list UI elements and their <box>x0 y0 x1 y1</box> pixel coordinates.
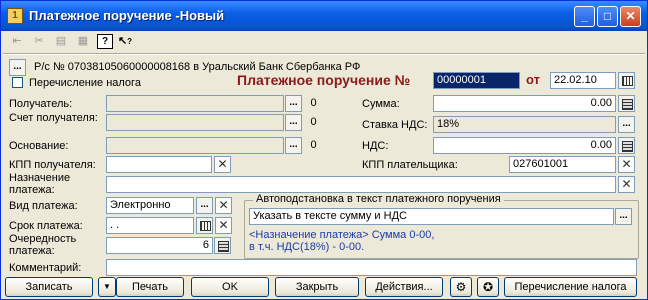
vat-calculator-icon[interactable] <box>618 137 635 154</box>
purpose-label: Назначение платежа: <box>9 172 71 196</box>
comment-label: Комментарий: <box>9 262 82 274</box>
due-date-calendar-icon[interactable] <box>196 217 213 234</box>
actions-button[interactable]: Действия... <box>365 277 443 297</box>
kpp-payer-field[interactable]: 027601001 <box>509 156 616 173</box>
ok-button[interactable]: OK <box>191 277 269 297</box>
print-button[interactable]: Печать <box>116 277 184 297</box>
vat-rate-field[interactable]: 18% <box>433 116 616 133</box>
recipient-account-label: Счет получателя: <box>9 112 98 124</box>
purpose-field[interactable] <box>106 176 616 193</box>
kpp-recipient-label: КПП получателя: <box>9 159 96 171</box>
autofill-group-title: Автоподстановка в текст платежного поруч… <box>253 193 504 205</box>
tax-transfer-label: Перечисление налога <box>29 77 141 89</box>
recipient-field[interactable] <box>106 95 284 112</box>
payment-type-select-button[interactable]: ... <box>196 197 213 214</box>
payment-type-clear-icon[interactable]: ✕ <box>215 197 232 214</box>
recipient-open-button[interactable]: 0 <box>305 95 322 112</box>
tax-transfer-checkbox[interactable] <box>12 77 23 88</box>
prev-record-icon[interactable]: ✂ <box>31 34 47 49</box>
autofill-select-button[interactable]: ... <box>615 208 632 225</box>
toolbar: ⇤ ✂ ▤ ▦ ? ↖? <box>3 32 645 52</box>
last-record-icon[interactable]: ▦ <box>75 34 91 49</box>
minimize-button[interactable]: _ <box>574 6 595 27</box>
vat-rate-label: Ставка НДС: <box>362 119 428 131</box>
title-bar[interactable]: 1 Платежное поручение -Новый _ □ ✕ <box>1 1 647 31</box>
next-record-icon[interactable]: ▤ <box>53 34 69 49</box>
basis-label: Основание: <box>9 140 69 152</box>
calendar-icon[interactable] <box>618 72 635 89</box>
close-window-button[interactable]: ✕ <box>620 6 641 27</box>
due-date-clear-icon[interactable]: ✕ <box>215 217 232 234</box>
toolbar-separator <box>3 53 645 55</box>
vat-rate-select-button[interactable]: ... <box>618 116 635 133</box>
kpp-recipient-clear-icon[interactable]: ✕ <box>214 156 231 173</box>
window-title: Платежное поручение -Новый <box>29 8 225 23</box>
whatsthis-label: ? <box>127 37 133 46</box>
document-number-field[interactable]: 00000001 <box>433 72 520 89</box>
recipient-label: Получатель: <box>9 98 73 110</box>
priority-field[interactable]: 6 <box>106 237 213 254</box>
account-select-button[interactable]: ... <box>9 59 26 76</box>
recipient-account-field[interactable] <box>106 114 284 131</box>
sum-field[interactable]: 0.00 <box>433 95 616 112</box>
due-date-label: Срок платежа: <box>9 220 83 232</box>
document-number-value: 00000001 <box>437 74 486 86</box>
document-window: 1 Платежное поручение -Новый _ □ ✕ ⇤ ✂ ▤… <box>0 0 648 300</box>
app-icon: 1 <box>7 8 23 24</box>
purpose-clear-icon[interactable]: ✕ <box>618 176 635 193</box>
priority-label: Очередность платежа: <box>9 233 77 257</box>
basis-field[interactable] <box>106 137 284 154</box>
tax-transfer-button[interactable]: Перечисление налога <box>504 277 637 297</box>
document-title: Платежное поручение № <box>237 72 411 88</box>
basis-open-button[interactable]: 0 <box>305 137 322 154</box>
whatsthis-icon[interactable]: ↖? <box>117 34 133 49</box>
recipient-account-select-button[interactable]: ... <box>285 114 302 131</box>
autofill-preview-line2: в т.ч. НДС(18%) - 0-00. <box>249 241 365 253</box>
autofill-preview-line1: <Назначение платежа> Сумма 0-00, <box>249 229 435 241</box>
recipient-account-open-button[interactable]: 0 <box>305 114 322 131</box>
record-dropdown-button[interactable]: ▼ <box>98 277 116 297</box>
maximize-button[interactable]: □ <box>597 6 618 27</box>
recipient-select-button[interactable]: ... <box>285 95 302 112</box>
payment-type-field[interactable]: Электронно <box>106 197 194 214</box>
movements-icon[interactable]: ✪ <box>477 277 499 297</box>
date-label: от <box>526 72 540 87</box>
sum-label: Сумма: <box>362 98 400 110</box>
calculator-icon[interactable] <box>618 95 635 112</box>
help-icon[interactable]: ? <box>97 34 113 49</box>
kpp-payer-clear-icon[interactable]: ✕ <box>618 156 635 173</box>
close-button[interactable]: Закрыть <box>275 277 359 297</box>
first-record-icon[interactable]: ⇤ <box>9 34 25 49</box>
basis-select-button[interactable]: ... <box>285 137 302 154</box>
structure-icon[interactable]: ⚙ <box>450 277 472 297</box>
record-button[interactable]: Записать <box>5 277 93 297</box>
document-date-field[interactable]: 22.02.10 <box>550 72 616 89</box>
comment-field[interactable] <box>106 259 637 276</box>
vat-field[interactable]: 0.00 <box>433 137 616 154</box>
due-date-field[interactable]: . . <box>106 217 194 234</box>
autofill-select[interactable]: Указать в тексте сумму и НДС <box>249 208 614 225</box>
vat-label: НДС: <box>362 140 389 152</box>
priority-calculator-icon[interactable] <box>214 237 231 254</box>
payment-type-label: Вид платежа: <box>9 200 78 212</box>
kpp-payer-label: КПП плательщика: <box>362 159 458 171</box>
kpp-recipient-field[interactable] <box>106 156 212 173</box>
